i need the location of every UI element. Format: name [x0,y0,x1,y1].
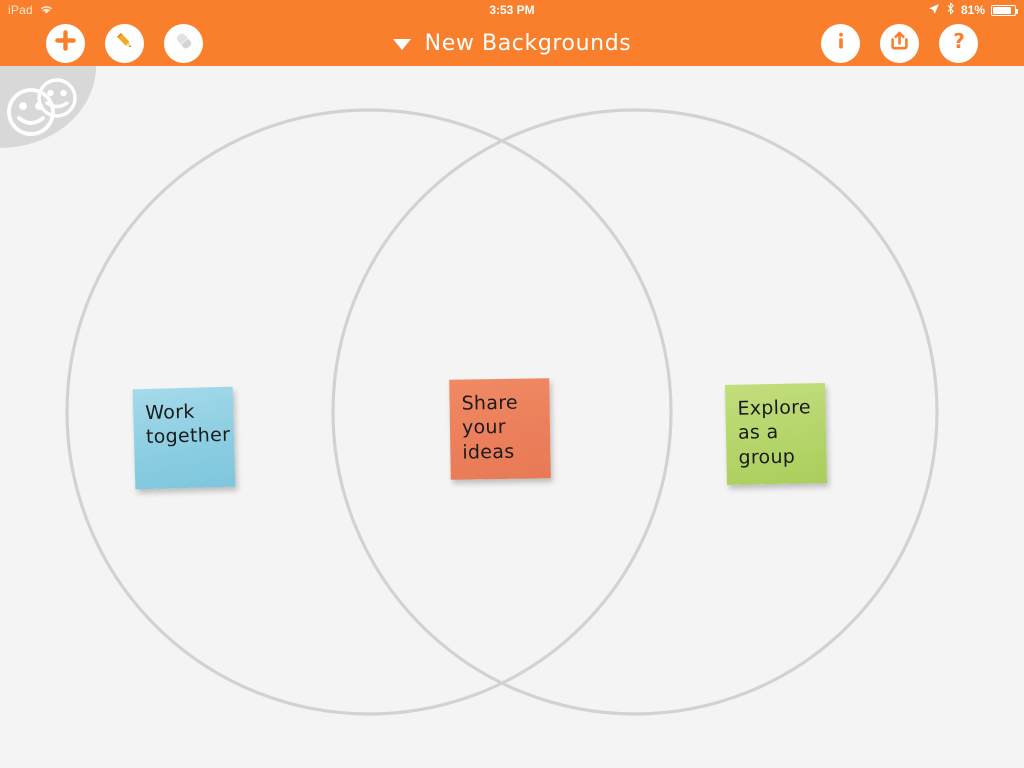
venn-circle-right [331,108,939,716]
two-smiley-faces-icon [0,66,96,148]
app-toolbar: New Backgrounds ? [0,20,1024,66]
board-title: New Backgrounds [424,30,632,56]
pencil-icon [113,29,137,58]
draw-button[interactable] [105,23,144,63]
svg-text:?: ? [953,30,965,52]
info-icon [830,30,852,57]
battery-percent-label: 81% [960,3,985,17]
battery-icon [991,4,1018,16]
add-button[interactable] [46,23,85,63]
eraser-icon [172,29,196,58]
sticky-note-orange[interactable]: Share your ideas [449,378,551,480]
toolbar-right-group: ? [821,20,978,66]
board-canvas[interactable]: Work together Share your ideas Explore a… [0,66,1024,768]
share-button[interactable] [880,23,919,63]
toolbar-left-group [46,20,203,66]
share-export-icon [888,29,911,57]
status-bar: iPad 3:53 PM 81% [0,0,1024,20]
chevron-down-icon [392,38,411,50]
status-bar-right: 81% [928,0,1018,20]
app-root: iPad 3:53 PM 81% New Backgrounds ? Work … [0,0,1024,768]
sticky-note-blue[interactable]: Work together [132,386,236,490]
status-bar-center: 3:53 PM [0,0,1024,20]
board-title-menu[interactable]: New Backgrounds [392,30,632,56]
info-button[interactable] [821,23,860,63]
location-arrow-icon [928,3,940,18]
collaborators-badge[interactable] [0,66,96,148]
question-mark-icon: ? [948,29,970,57]
plus-icon [54,29,77,57]
sticky-note-green[interactable]: Explore as a group [724,382,828,486]
help-button[interactable]: ? [939,23,978,63]
erase-button[interactable] [164,23,203,63]
bluetooth-icon [946,2,955,18]
status-clock: 3:53 PM [489,3,535,17]
